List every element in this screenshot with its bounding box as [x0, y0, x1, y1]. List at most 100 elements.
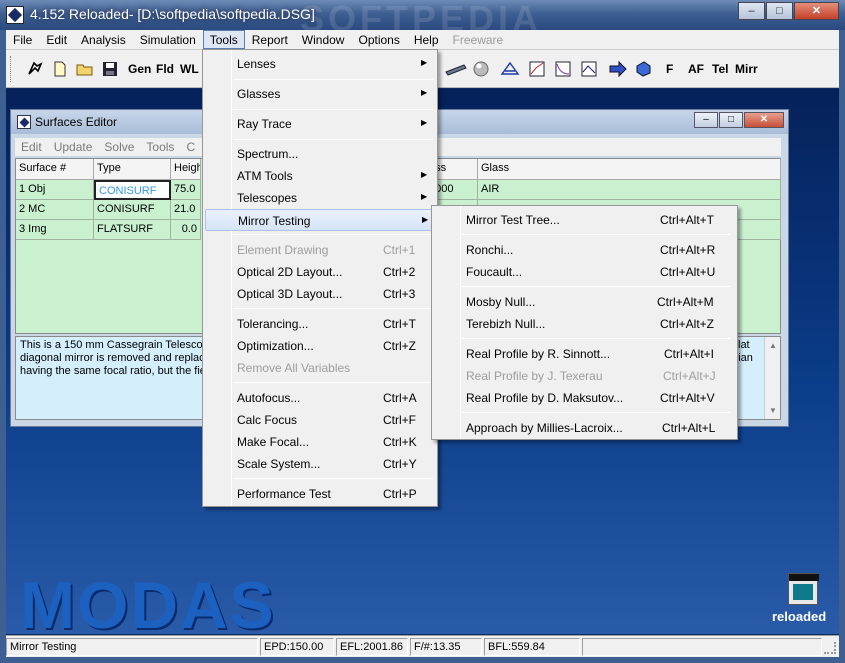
editor-menu-c[interactable]: C: [180, 138, 201, 156]
row3-type[interactable]: FLATSURF: [94, 220, 171, 240]
menu-simulation[interactable]: Simulation: [133, 30, 203, 49]
menu-options[interactable]: Options: [351, 30, 406, 49]
menu-item-lenses[interactable]: Lenses ▶: [205, 53, 435, 75]
row3-surface[interactable]: 3 Img: [16, 220, 94, 240]
editor-minimize-button[interactable]: –: [694, 112, 718, 128]
menu-item-optical-2d-layout[interactable]: Optical 2D Layout... Ctrl+2: [205, 261, 435, 283]
minimize-button[interactable]: –: [738, 2, 765, 20]
row1-type[interactable]: CONISURF: [94, 180, 171, 200]
spot-diagram-icon[interactable]: [500, 60, 520, 78]
row1-surface[interactable]: 1 Obj: [16, 180, 94, 200]
editor-menu-solve[interactable]: Solve: [98, 138, 140, 156]
menu-edit[interactable]: Edit: [39, 30, 74, 49]
mtf-chart-icon[interactable]: [528, 60, 546, 78]
menu-item-real-profile-maksutov[interactable]: Real Profile by D. Maksutov... Ctrl+Alt+V: [434, 387, 735, 409]
menu-item-optimization[interactable]: Optimization... Ctrl+Z: [205, 335, 435, 357]
menu-report[interactable]: Report: [245, 30, 295, 49]
row2-surface[interactable]: 2 MC: [16, 200, 94, 220]
af-button[interactable]: AF: [688, 62, 704, 76]
menu-item-approach-millies-lacroix[interactable]: Approach by Millies-Lacroix... Ctrl+Alt+L: [434, 417, 735, 439]
menu-item-autofocus[interactable]: Autofocus... Ctrl+A: [205, 387, 435, 409]
arrow-icon[interactable]: [608, 60, 628, 78]
menu-item-label: Performance Test: [237, 487, 331, 501]
col-type[interactable]: Type: [94, 159, 171, 180]
menu-item-element-drawing[interactable]: Element Drawing Ctrl+1: [205, 239, 435, 261]
pointer-icon[interactable]: [26, 60, 44, 78]
row1-glass[interactable]: AIR: [478, 180, 781, 200]
menu-help[interactable]: Help: [407, 30, 446, 49]
fld-button[interactable]: Fld: [156, 62, 174, 76]
title-bar[interactable]: SOFTPEDIA 4.152 Reloaded- [D:\softpedia\…: [0, 0, 845, 39]
col-height[interactable]: Heigh: [171, 159, 201, 180]
row2-height[interactable]: 21.0: [171, 200, 201, 220]
close-button[interactable]: ✕: [794, 2, 839, 20]
lens-icon[interactable]: [444, 60, 468, 78]
resize-grip[interactable]: [824, 642, 836, 654]
menu-item-terebizh-null[interactable]: Terebizh Null... Ctrl+Alt+Z: [434, 313, 735, 335]
wl-button[interactable]: WL: [180, 62, 199, 76]
editor-menu-tools[interactable]: Tools: [140, 138, 180, 156]
menu-item-real-profile-texerau[interactable]: Real Profile by J. Texerau Ctrl+Alt+J: [434, 365, 735, 387]
toolbar-grip[interactable]: [10, 56, 13, 82]
menu-item-mosby-null[interactable]: Mosby Null... Ctrl+Alt+M: [434, 291, 735, 313]
menu-item-spectrum[interactable]: Spectrum...: [205, 143, 435, 165]
app-icon[interactable]: [6, 6, 24, 24]
menu-freeware[interactable]: Freeware: [446, 30, 511, 49]
menu-item-tolerancing[interactable]: Tolerancing... Ctrl+T: [205, 313, 435, 335]
col-glass[interactable]: Glass: [478, 159, 781, 180]
menu-tools[interactable]: Tools: [202, 30, 245, 49]
menu-item-label: Optical 2D Layout...: [237, 265, 343, 279]
row2-type[interactable]: CONISURF: [94, 200, 171, 220]
new-file-icon[interactable]: [52, 60, 68, 78]
save-icon[interactable]: [101, 60, 119, 78]
row3-height[interactable]: 0.0: [171, 220, 201, 240]
menu-item-telescopes[interactable]: Telescopes ▶: [205, 187, 435, 209]
editor-menu-edit[interactable]: Edit: [15, 138, 48, 156]
menu-analysis[interactable]: Analysis: [74, 30, 133, 49]
maximize-button[interactable]: □: [766, 2, 793, 20]
image-icon[interactable]: [580, 60, 598, 78]
menu-item-calc-focus[interactable]: Calc Focus Ctrl+F: [205, 409, 435, 431]
gen-button[interactable]: Gen: [128, 62, 151, 76]
window-title: 4.152 Reloaded- [D:\softpedia\softpedia.…: [30, 6, 315, 22]
menu-item-mirror-test-tree[interactable]: Mirror Test Tree... Ctrl+Alt+T: [434, 209, 735, 231]
menu-separator: [233, 79, 433, 80]
menu-item-shortcut: Ctrl+3: [383, 287, 416, 301]
open-folder-icon[interactable]: [76, 60, 94, 78]
sphere-icon[interactable]: [472, 60, 490, 78]
menu-item-optical-3d-layout[interactable]: Optical 3D Layout... Ctrl+3: [205, 283, 435, 305]
tel-button[interactable]: Tel: [712, 62, 728, 76]
menu-item-mirror-testing[interactable]: Mirror Testing ▶: [205, 209, 435, 231]
row1-height[interactable]: 75.0: [171, 180, 201, 200]
f-button[interactable]: F: [666, 62, 673, 76]
description-scrollbar[interactable]: [764, 337, 780, 419]
editor-maximize-button[interactable]: □: [719, 112, 743, 128]
menu-item-shortcut: Ctrl+1: [383, 243, 416, 257]
psf-chart-icon[interactable]: [554, 60, 572, 78]
editor-menu-update[interactable]: Update: [48, 138, 99, 156]
menu-item-real-profile-sinnott[interactable]: Real Profile by R. Sinnott... Ctrl+Alt+I: [434, 343, 735, 365]
menu-item-label: Foucault...: [466, 265, 523, 279]
menu-item-performance-test[interactable]: Performance Test Ctrl+P: [205, 483, 435, 505]
menu-window[interactable]: Window: [295, 30, 352, 49]
menu-item-scale-system[interactable]: Scale System... Ctrl+Y: [205, 453, 435, 475]
editor-app-icon[interactable]: [17, 115, 31, 129]
mirr-button[interactable]: Mirr: [735, 62, 758, 76]
menu-separator: [462, 234, 730, 235]
menu-item-ronchi[interactable]: Ronchi... Ctrl+Alt+R: [434, 239, 735, 261]
menu-item-make-focal[interactable]: Make Focal... Ctrl+K: [205, 431, 435, 453]
col-surface[interactable]: Surface #: [16, 159, 94, 180]
editor-close-button[interactable]: ✕: [744, 112, 784, 128]
submenu-arrow-icon: ▶: [421, 170, 428, 179]
menu-item-atm-tools[interactable]: ATM Tools ▶: [205, 165, 435, 187]
menu-item-ray-trace[interactable]: Ray Trace ▶: [205, 113, 435, 135]
menu-item-shortcut: Ctrl+Alt+L: [662, 421, 716, 435]
menu-item-foucault[interactable]: Foucault... Ctrl+Alt+U: [434, 261, 735, 283]
status-efl: EFL:2001.86: [336, 638, 408, 656]
cube-icon[interactable]: [634, 60, 652, 78]
menu-item-glasses[interactable]: Glasses ▶: [205, 83, 435, 105]
menu-item-label: Scale System...: [237, 457, 321, 471]
menu-item-remove-all-variables[interactable]: Remove All Variables: [205, 357, 435, 379]
menu-separator: [233, 139, 433, 140]
menu-file[interactable]: File: [6, 30, 39, 49]
